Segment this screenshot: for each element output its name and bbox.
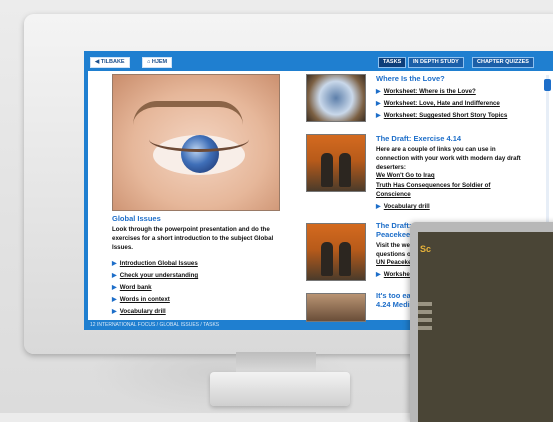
tablet-title: Sc — [420, 244, 432, 254]
arrow-icon: ▶ — [376, 88, 381, 95]
section-title-where-is-the-love: Where Is the Love? — [376, 74, 445, 83]
soldier-figure — [321, 242, 333, 276]
eyebrow — [133, 101, 243, 125]
top-toolbar: ◀ TILBAKE ⌂ HJEM TASKS IN DEPTH STUDY CH… — [84, 51, 553, 69]
link-words-in-context[interactable]: ▶ Words in context — [112, 296, 170, 303]
arrow-icon: ▶ — [112, 260, 117, 267]
link-worksheet-short-story[interactable]: ▶ Worksheet: Suggested Short Story Topics — [376, 112, 507, 119]
global-issues-description: Look through the powerpoint presentation… — [112, 226, 274, 251]
thumbnail-media[interactable] — [306, 293, 366, 322]
draft-4-14-description: Here are a couple of links you can use i… — [376, 146, 521, 171]
soldier-figure — [321, 153, 333, 187]
thumbnail-soldiers-1[interactable] — [306, 134, 366, 192]
tab-chapter-quizzes[interactable]: CHAPTER QUIZZES — [472, 57, 534, 68]
thumbnail-globe[interactable] — [306, 74, 366, 122]
link-worksheet-where-is-the-love[interactable]: ▶ Worksheet: Where is the Love? — [376, 88, 476, 95]
eyelid — [149, 127, 249, 152]
arrow-icon: ▶ — [112, 308, 117, 315]
arrow-icon: ▶ — [376, 271, 381, 278]
tablet-row — [418, 326, 432, 330]
arrow-icon: ▶ — [112, 296, 117, 303]
tablet-row — [418, 310, 432, 314]
link-vocabulary-drill-2[interactable]: ▶ Vocabulary drill — [376, 203, 430, 210]
section-title-draft-4-14: The Draft: Exercise 4.14 — [376, 134, 462, 143]
soldier-figure — [339, 153, 351, 187]
tablet-device: Sc — [410, 222, 553, 422]
arrow-icon: ▶ — [112, 284, 117, 291]
tab-in-depth-study[interactable]: IN DEPTH STUDY — [408, 57, 464, 68]
eye-globe-image — [112, 74, 280, 211]
link-introduction-global-issues[interactable]: ▶ Introduction Global Issues — [112, 260, 198, 267]
link-vocabulary-drill[interactable]: ▶ Vocabulary drill — [112, 308, 166, 315]
monitor-stand-base — [210, 372, 350, 406]
link-check-understanding[interactable]: ▶ Check your understanding — [112, 272, 198, 279]
link-we-wont-go-to-iraq[interactable]: We Won't Go to Iraq — [376, 172, 435, 179]
scrollbar-thumb[interactable] — [544, 79, 551, 91]
arrow-icon: ▶ — [376, 112, 381, 119]
tablet-row — [418, 302, 432, 306]
link-word-bank[interactable]: ▶ Word bank — [112, 284, 152, 291]
arrow-icon: ▶ — [376, 203, 381, 210]
thumbnail-soldiers-2[interactable] — [306, 223, 366, 281]
arrow-icon: ▶ — [376, 100, 381, 107]
back-button[interactable]: ◀ TILBAKE — [90, 57, 130, 68]
link-worksheet-love-hate[interactable]: ▶ Worksheet: Love, Hate and Indifference — [376, 100, 500, 107]
soldier-figure — [339, 242, 351, 276]
section-title-global-issues: Global Issues — [112, 214, 161, 223]
arrow-icon: ▶ — [112, 272, 117, 279]
tablet-screen — [418, 232, 553, 422]
link-truth-has-consequences[interactable]: Truth Has Consequences for Soldier of Co… — [376, 181, 526, 199]
tablet-row — [418, 318, 432, 322]
home-button[interactable]: ⌂ HJEM — [142, 57, 173, 68]
tab-tasks[interactable]: TASKS — [378, 57, 407, 68]
